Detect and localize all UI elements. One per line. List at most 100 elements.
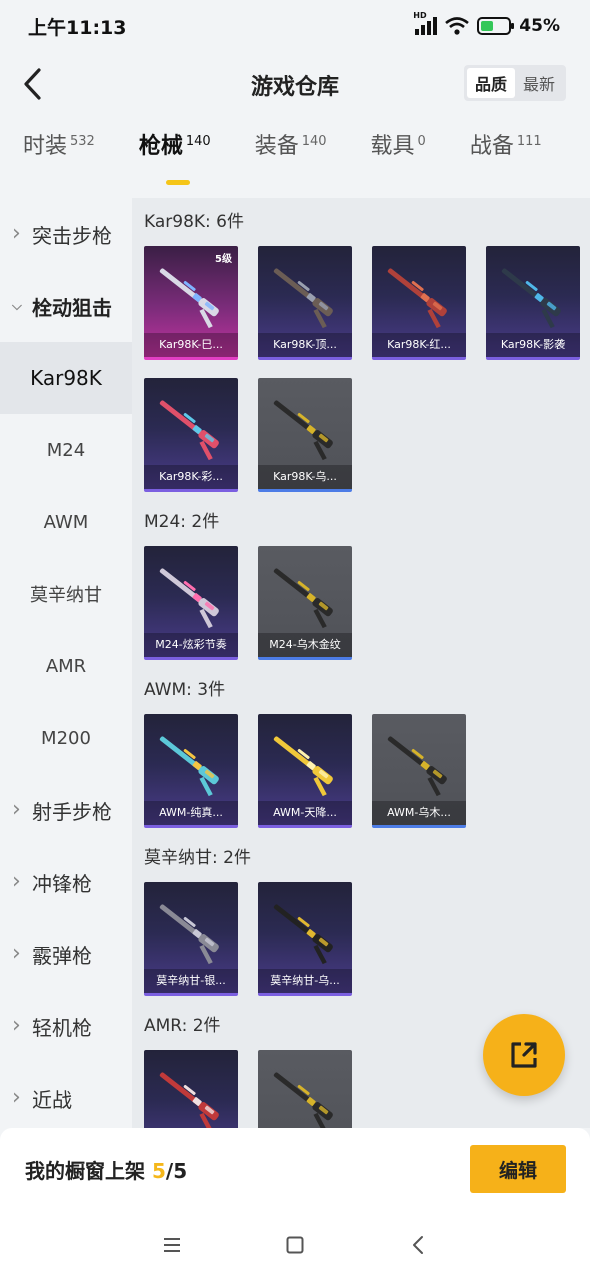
sidebar-item[interactable]: › 近战 — [0, 1062, 132, 1128]
sidebar-item[interactable]: 莫辛纳甘 — [0, 558, 132, 630]
category-tabs: 时装 532 枪械 140 装备 140 载具 0 战备 111 — [0, 132, 590, 192]
showcase-count: 我的橱窗上架 5/5 — [25, 1158, 188, 1183]
tab-label: 装备 — [254, 134, 299, 159]
menu-icon — [163, 1238, 180, 1252]
sidebar-item-label: M24 — [46, 439, 86, 461]
skin-name: 莫辛纳甘-银... — [144, 969, 238, 993]
sidebar-item-label: 霰弹枪 — [32, 943, 92, 968]
sidebar-item[interactable]: ⌵ 栓动狙击 — [0, 270, 132, 342]
skin-card[interactable]: Kar98K-红... — [372, 246, 466, 360]
sidebar-item[interactable]: M200 — [0, 702, 132, 774]
skin-name: Kar98K-彩... — [144, 465, 238, 489]
sidebar-item[interactable]: AMR — [0, 630, 132, 702]
showcase-bar: 我的橱窗上架 5/5 编辑 — [0, 1128, 590, 1210]
rifle-icon — [159, 268, 219, 329]
tab-label: 枪械 — [138, 134, 183, 159]
skin-card[interactable]: M24-乌木金纹 — [258, 546, 352, 660]
sidebar-item[interactable]: AWM — [0, 486, 132, 558]
skin-name: AWM-天降... — [258, 801, 352, 825]
tab-4[interactable]: 战备 111 — [470, 132, 542, 162]
sidebar-item-label: AWM — [43, 511, 89, 533]
rifle-icon — [159, 1072, 219, 1128]
skin-name: Kar98K-乌... — [258, 465, 352, 489]
sidebar-item-label: M200 — [41, 727, 91, 749]
skin-card[interactable]: Kar98K-影袭 — [486, 246, 580, 360]
skin-list: Kar98K: 6件 5级 Kar98K-巳... Kar98K-顶... Kar98K… — [132, 198, 590, 1128]
sort-option-quality[interactable]: 品质 — [466, 68, 515, 98]
app-header: 游戏仓库 品质 最新 — [0, 52, 590, 116]
skin-name: 莫辛纳甘-乌... — [258, 969, 352, 993]
sort-option-latest[interactable]: 最新 — [515, 68, 563, 98]
skin-card[interactable]: AMR-赫红... — [144, 1050, 238, 1128]
signal-icon: HD — [413, 11, 438, 35]
sidebar-item-label: 射手步枪 — [32, 799, 112, 824]
sidebar-item-label: 莫辛纳甘 — [30, 585, 102, 606]
tab-label: 载具 — [370, 134, 415, 159]
weapon-type-sidebar: › 突击步枪 ⌵ 栓动狙击 Kar98K M24 AWM 莫辛纳甘 AMR M200 › 射手步枪 › 冲… — [0, 198, 132, 1128]
tab-count: 140 — [185, 134, 211, 149]
tab-label: 时装 — [23, 134, 68, 159]
skin-card[interactable]: 5级 Kar98K-巳... — [144, 246, 238, 360]
sidebar-item-label: 轻机枪 — [32, 1015, 92, 1040]
rifle-icon — [273, 400, 333, 461]
skin-card[interactable]: AWM-乌木... — [372, 714, 466, 828]
rifle-icon — [159, 568, 219, 629]
rifle-icon — [387, 268, 447, 329]
tab-count: 532 — [70, 134, 95, 149]
sidebar-item[interactable]: Kar98K — [0, 342, 132, 414]
section-title: Kar98K: 6件 — [144, 212, 244, 232]
skin-card[interactable]: Kar98K-彩... — [144, 378, 238, 492]
sidebar-item[interactable]: › 射手步枪 — [0, 774, 132, 846]
share-icon — [511, 1042, 537, 1068]
system-back-button[interactable] — [400, 1227, 436, 1263]
tab-count: 111 — [516, 134, 542, 149]
chevron-down-icon: ⌵ — [12, 298, 22, 314]
skin-grid: M24-炫彩节奏 M24-乌木金纹 — [144, 534, 584, 666]
skin-card[interactable]: Kar98K-顶... — [258, 246, 352, 360]
sidebar-item[interactable]: › 轻机枪 — [0, 990, 132, 1062]
rifle-icon — [159, 736, 219, 797]
tab-count: 0 — [417, 134, 426, 149]
sidebar-item[interactable]: › 突击步枪 — [0, 198, 132, 270]
skin-card[interactable]: 莫辛纳甘-乌... — [258, 882, 352, 996]
skin-card[interactable]: AWM-纯真... — [144, 714, 238, 828]
battery-icon — [477, 17, 515, 35]
skin-card[interactable]: AWM-天降... — [258, 714, 352, 828]
menu-button[interactable] — [154, 1227, 190, 1263]
level-badge: 5级 — [215, 254, 232, 265]
back-triangle-icon — [413, 1236, 424, 1254]
share-button[interactable] — [483, 1014, 565, 1096]
tab-1[interactable]: 枪械 140 — [138, 132, 211, 185]
sidebar-item[interactable]: › 霰弹枪 — [0, 918, 132, 990]
skin-name: Kar98K-巳... — [144, 333, 238, 357]
tab-active-indicator — [165, 180, 190, 185]
sidebar-item-label: 冲锋枪 — [32, 871, 92, 896]
section-title: 莫辛纳甘: 2件 — [144, 848, 251, 868]
skin-card[interactable]: M24-炫彩节奏 — [144, 546, 238, 660]
sidebar-item[interactable]: M24 — [0, 414, 132, 486]
chevron-right-icon: › — [12, 221, 21, 246]
rifle-icon — [273, 268, 333, 329]
chevron-right-icon: › — [12, 869, 21, 894]
home-button[interactable] — [277, 1227, 313, 1263]
skin-name: Kar98K-顶... — [258, 333, 352, 357]
skin-card[interactable]: AMR-乌木... — [258, 1050, 352, 1128]
tab-2[interactable]: 装备 140 — [255, 132, 327, 162]
skin-name: M24-乌木金纹 — [258, 633, 352, 657]
sidebar-item-label: 栓动狙击 — [32, 295, 112, 320]
edit-button[interactable]: 编辑 — [470, 1145, 566, 1193]
tab-3[interactable]: 载具 0 — [371, 132, 426, 162]
skin-card[interactable]: Kar98K-乌... — [258, 378, 352, 492]
showcase-current: 5 — [151, 1158, 166, 1183]
status-bar: 上午11:13 HD 45% — [0, 0, 590, 52]
skin-grid: 莫辛纳甘-银... 莫辛纳甘-乌... — [144, 870, 584, 1002]
skin-name: M24-炫彩节奏 — [144, 633, 238, 657]
skin-card[interactable]: 莫辛纳甘-银... — [144, 882, 238, 996]
sidebar-item[interactable]: › 冲锋枪 — [0, 846, 132, 918]
chevron-right-icon: › — [12, 1085, 21, 1110]
skin-grid: 5级 Kar98K-巳... Kar98K-顶... Kar98K-红... Kar98… — [144, 234, 584, 498]
status-icons: HD 45% — [413, 11, 560, 36]
tab-0[interactable]: 时装 532 — [23, 132, 95, 162]
chevron-right-icon: › — [12, 941, 21, 966]
section-title: AWM: 3件 — [144, 680, 226, 700]
